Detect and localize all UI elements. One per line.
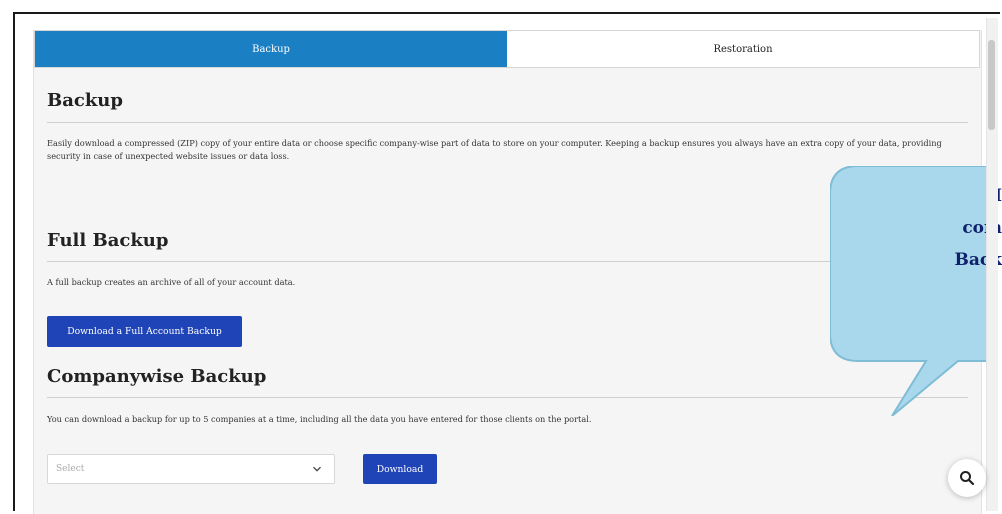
tab-restoration[interactable]: Restoration xyxy=(507,31,979,67)
download-full-backup-button[interactable]: Download a Full Account Backup xyxy=(47,316,242,347)
company-select[interactable]: Select xyxy=(47,454,335,484)
search-icon xyxy=(960,471,975,486)
backup-description: Easily download a compressed (ZIP) copy … xyxy=(47,138,942,161)
backup-heading: Backup xyxy=(47,90,123,111)
scrollbar-thumb[interactable] xyxy=(988,40,995,130)
search-button[interactable] xyxy=(948,459,986,497)
full-backup-heading: Full Backup xyxy=(47,230,169,251)
chevron-down-icon xyxy=(313,466,321,472)
select-placeholder: Select xyxy=(56,464,85,474)
download-button[interactable]: Download xyxy=(363,454,437,484)
companywise-backup-heading: Companywise Backup xyxy=(47,366,267,387)
tab-bar: Backup Restoration xyxy=(34,30,980,68)
divider xyxy=(47,122,968,123)
tab-backup[interactable]: Backup xyxy=(35,31,507,67)
